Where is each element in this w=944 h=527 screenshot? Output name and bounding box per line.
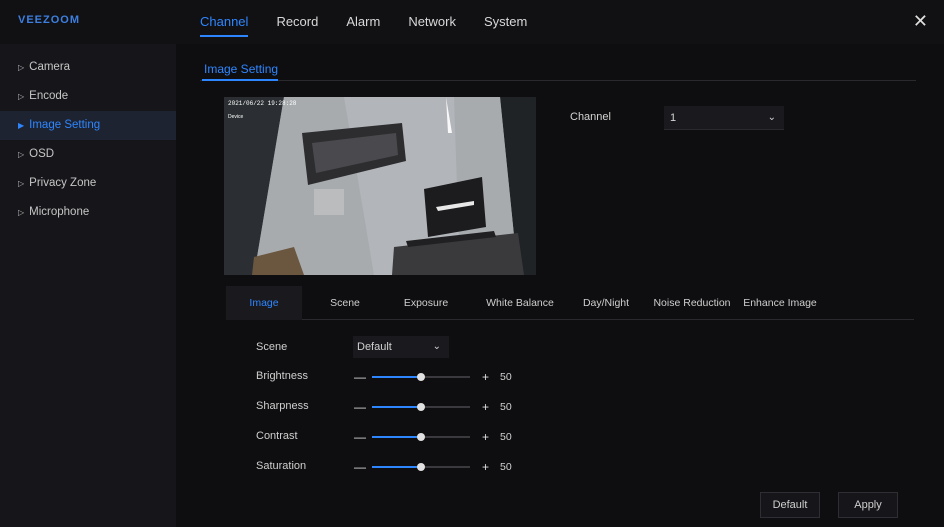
- camera-scene-image: [224, 97, 536, 275]
- sidebar-item-label: Microphone: [29, 206, 90, 218]
- video-preview: 2021/06/22 19:28:28 Device: [224, 97, 536, 275]
- sharpness-slider[interactable]: [372, 403, 470, 411]
- slider-knob[interactable]: [417, 433, 425, 441]
- triangle-right-icon: ▷: [18, 208, 25, 217]
- subtab-exposure[interactable]: Exposure: [388, 286, 464, 320]
- apply-button[interactable]: Apply: [838, 492, 898, 518]
- contrast-slider[interactable]: [372, 433, 470, 441]
- slider-knob[interactable]: [417, 463, 425, 471]
- minus-button[interactable]: —: [354, 460, 366, 474]
- sidebar-item-label: OSD: [29, 148, 55, 160]
- plus-button[interactable]: +: [482, 460, 489, 474]
- slider-fill: [372, 436, 421, 438]
- sidebar-item-image-setting[interactable]: ▶ Image Setting: [0, 111, 176, 140]
- plus-button[interactable]: +: [482, 430, 489, 444]
- subtab-image[interactable]: Image: [226, 286, 302, 320]
- plus-button[interactable]: +: [482, 370, 489, 384]
- triangle-right-icon: ▷: [18, 150, 25, 159]
- brightness-label: Brightness: [256, 370, 308, 382]
- channel-value: 1: [670, 112, 677, 124]
- sidebar: ▷ Camera ▷ Encode ▶ Image Setting ▷ OSD …: [0, 44, 176, 527]
- main-content: Image Setting 2021/06/22 19:28:28 Device…: [176, 44, 944, 527]
- preview-timestamp: 2021/06/22 19:28:28: [228, 100, 297, 107]
- scene-label: Scene: [256, 341, 288, 353]
- tab-record[interactable]: Record: [276, 0, 318, 44]
- slider-fill: [372, 406, 421, 408]
- sharpness-slider-row: — + 50: [354, 400, 514, 414]
- close-icon[interactable]: ✕: [913, 12, 928, 30]
- sidebar-item-osd[interactable]: ▷ OSD: [0, 140, 176, 169]
- chevron-down-icon: ⌄: [432, 341, 441, 352]
- divider: [200, 80, 916, 81]
- triangle-right-icon: ▷: [18, 92, 25, 101]
- triangle-right-icon: ▶: [18, 121, 25, 130]
- saturation-slider[interactable]: [372, 463, 470, 471]
- app-window: VEEZOOM Channel Record Alarm Network Sys…: [0, 0, 944, 527]
- triangle-right-icon: ▷: [18, 179, 25, 188]
- top-tabs: Channel Record Alarm Network System: [200, 0, 555, 44]
- subtab-enhance-image[interactable]: Enhance Image: [738, 286, 822, 320]
- saturation-slider-row: — + 50: [354, 460, 514, 474]
- tab-network[interactable]: Network: [408, 0, 456, 44]
- contrast-slider-row: — + 50: [354, 430, 514, 444]
- minus-button[interactable]: —: [354, 370, 366, 384]
- top-bar: VEEZOOM Channel Record Alarm Network Sys…: [0, 0, 944, 44]
- brightness-slider[interactable]: [372, 373, 470, 381]
- chevron-down-icon: ⌄: [767, 112, 776, 123]
- image-subtabs: Image Scene Exposure White Balance Day/N…: [226, 286, 914, 320]
- sidebar-item-encode[interactable]: ▷ Encode: [0, 82, 176, 111]
- slider-knob[interactable]: [417, 403, 425, 411]
- sidebar-item-label: Encode: [29, 90, 69, 102]
- minus-button[interactable]: —: [354, 400, 366, 414]
- sidebar-item-privacy-zone[interactable]: ▷ Privacy Zone: [0, 169, 176, 198]
- subtab-white-balance[interactable]: White Balance: [476, 286, 564, 320]
- sidebar-item-label: Privacy Zone: [29, 177, 97, 189]
- sharpness-label: Sharpness: [256, 400, 309, 412]
- channel-label: Channel: [570, 111, 611, 123]
- tab-channel[interactable]: Channel: [200, 0, 249, 44]
- triangle-right-icon: ▷: [18, 63, 25, 72]
- page-title: Image Setting: [204, 62, 279, 76]
- sidebar-item-label: Camera: [29, 61, 71, 73]
- preview-camera-name: Device: [228, 114, 244, 120]
- tab-alarm[interactable]: Alarm: [346, 0, 380, 44]
- default-button[interactable]: Default: [760, 492, 820, 518]
- scene-value: Default: [357, 341, 392, 353]
- brightness-value: 50: [500, 371, 512, 383]
- saturation-label: Saturation: [256, 460, 307, 472]
- scene-select[interactable]: Default ⌄: [353, 336, 449, 358]
- minus-button[interactable]: —: [354, 430, 366, 444]
- tab-system[interactable]: System: [484, 0, 527, 44]
- slider-fill: [372, 466, 421, 468]
- contrast-label: Contrast: [256, 430, 298, 442]
- sidebar-item-microphone[interactable]: ▷ Microphone: [0, 198, 176, 227]
- subtab-scene[interactable]: Scene: [312, 286, 378, 320]
- saturation-value: 50: [500, 461, 512, 473]
- slider-fill: [372, 376, 421, 378]
- contrast-value: 50: [500, 431, 512, 443]
- plus-button[interactable]: +: [482, 400, 489, 414]
- sidebar-item-label: Image Setting: [29, 119, 101, 131]
- sidebar-item-camera[interactable]: ▷ Camera: [0, 53, 176, 82]
- channel-select[interactable]: 1 ⌄: [664, 106, 784, 130]
- sharpness-value: 50: [500, 401, 512, 413]
- subtab-day-night[interactable]: Day/Night: [574, 286, 638, 320]
- subtab-noise-reduction[interactable]: Noise Reduction: [646, 286, 738, 320]
- logo: VEEZOOM: [18, 14, 81, 26]
- brightness-slider-row: — + 50: [354, 370, 514, 384]
- title-underline: [202, 79, 278, 81]
- slider-knob[interactable]: [417, 373, 425, 381]
